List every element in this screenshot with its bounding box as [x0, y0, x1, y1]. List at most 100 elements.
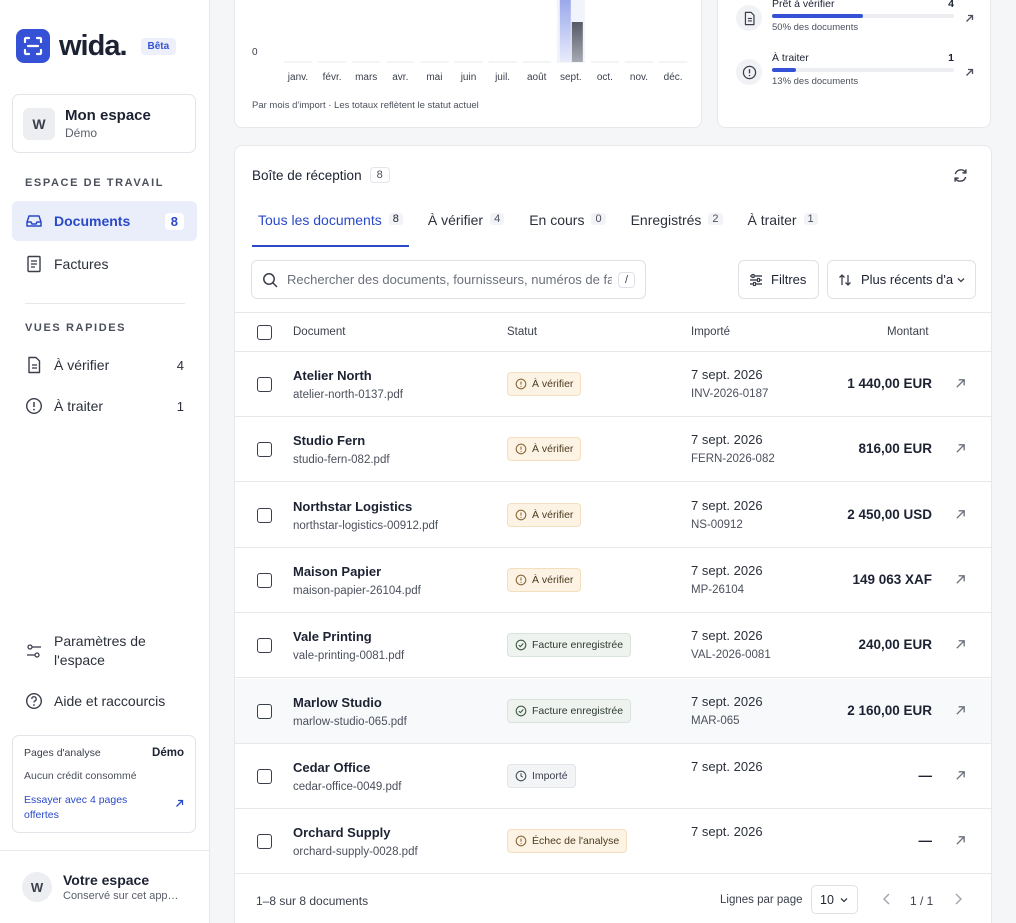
document-file: cedar-office-0049.pdf — [293, 780, 402, 793]
sort-arrows-icon — [838, 273, 852, 287]
arrow-up-right-icon[interactable] — [955, 769, 966, 784]
bar-sept-registered[interactable] — [571, 22, 583, 62]
amount: 1 440,00 EUR — [847, 376, 932, 391]
arrow-up-right-icon — [175, 798, 184, 813]
sidebar-item-settings[interactable]: Paramètres de l'espace — [12, 630, 197, 674]
row-checkbox[interactable] — [257, 703, 272, 719]
sidebar-item-count: 1 — [176, 398, 184, 414]
import-date: 7 sept. 2026 — [691, 367, 763, 382]
document-name[interactable]: Cedar Office — [293, 760, 370, 775]
document-file: northstar-logistics-00912.pdf — [293, 519, 439, 532]
chevron-right-icon[interactable] — [952, 892, 964, 909]
import-date: 7 sept. 2026 — [691, 758, 763, 774]
arrow-up-right-icon[interactable] — [955, 638, 966, 653]
document-name[interactable]: Northstar Logistics — [293, 499, 412, 514]
logo[interactable]: wida. Bêta — [16, 29, 177, 63]
tab-label: Tous les documents — [258, 212, 382, 228]
arrow-up-right-icon[interactable] — [965, 65, 974, 80]
row-checkbox[interactable] — [257, 834, 272, 850]
invoice-reference: MP-26104 — [691, 583, 745, 596]
sidebar-item-label: Aide et raccourcis — [54, 693, 166, 709]
clock-icon — [515, 770, 527, 782]
table-row[interactable]: Maison Papier maison-papier-26104.pdf À vé… — [235, 548, 991, 613]
chevron-down-icon — [956, 275, 966, 285]
status-tabs: Tous les documents 8 À vérifier 4 En cours… — [252, 212, 837, 247]
search-box: / — [251, 260, 646, 299]
tab-count: 0 — [591, 213, 606, 225]
sort-label: Plus récents d'a — [861, 272, 954, 287]
tab-a-verifier[interactable]: À vérifier 4 — [422, 212, 510, 247]
document-name[interactable]: Vale Printing — [293, 629, 372, 644]
rows-per-page-select[interactable]: 10 — [811, 885, 858, 914]
amount: — — [918, 833, 933, 849]
arrow-up-right-icon[interactable] — [955, 377, 966, 392]
rows-per-page-label: Lignes par page — [720, 894, 803, 906]
tab-count: 2 — [708, 213, 723, 225]
x-tick-label: oct. — [596, 72, 613, 83]
table-row[interactable]: Vale Printing vale-printing-0081.pdf Factu… — [235, 613, 991, 679]
sidebar-item-factures[interactable]: Factures — [12, 244, 197, 284]
status-badge: À vérifier — [507, 567, 582, 592]
table-row[interactable]: Atelier North atelier-north-0137.pdf À vér… — [235, 352, 991, 417]
document-name[interactable]: Atelier North — [293, 368, 372, 383]
tab-enregistres[interactable]: Enregistrés 2 — [625, 212, 729, 247]
select-all-checkbox[interactable] — [257, 325, 272, 340]
table-row[interactable]: Northstar Logistics northstar-logistics-0… — [235, 483, 991, 548]
row-checkbox[interactable] — [257, 572, 272, 588]
bar-sept-total[interactable] — [559, 0, 571, 62]
progress-bar — [772, 14, 954, 18]
progress-fill — [772, 14, 863, 18]
y-tick-label: 0 — [252, 47, 258, 58]
row-checkbox[interactable] — [257, 638, 272, 654]
workspace-name: Mon espace — [65, 107, 151, 124]
row-checkbox[interactable] — [257, 377, 272, 392]
filters-button[interactable]: Filtres — [738, 260, 819, 299]
row-checkbox[interactable] — [257, 507, 272, 523]
row-checkbox[interactable] — [257, 768, 272, 784]
stat-title: À traiter — [772, 52, 809, 64]
sort-select[interactable]: Plus récents d'a — [827, 260, 976, 299]
sidebar-item-documents[interactable]: Documents 8 — [12, 201, 197, 241]
document-name[interactable]: Marlow Studio — [293, 695, 382, 710]
workspace-switcher[interactable]: W Mon espace Démo — [12, 94, 196, 153]
amount: 816,00 EUR — [858, 441, 932, 457]
tab-en-cours[interactable]: En cours 0 — [523, 212, 611, 247]
tab-a-traiter[interactable]: À traiter 1 — [742, 212, 824, 247]
section-label-workspace: ESPACE DE TRAVAIL — [25, 177, 165, 189]
search-input[interactable] — [287, 272, 612, 287]
filters-label: Filtres — [771, 272, 807, 287]
arrow-up-right-icon[interactable] — [965, 11, 974, 26]
document-name[interactable]: Orchard Supply — [293, 825, 391, 840]
sidebar-item-a-verifier[interactable]: À vérifier 4 — [12, 345, 197, 385]
arrow-up-right-icon[interactable] — [955, 834, 966, 849]
alert-circle-icon — [736, 59, 762, 85]
inbox-header: Boîte de réception 8 — [252, 167, 390, 183]
x-tick-label: févr. — [322, 72, 342, 83]
row-checkbox[interactable] — [257, 442, 272, 458]
sidebar-item-a-traiter[interactable]: À traiter 1 — [12, 386, 197, 426]
try-pages-link[interactable]: Essayer avec 4 pages offertes — [24, 793, 184, 823]
refresh-icon[interactable] — [952, 167, 969, 187]
arrow-up-right-icon[interactable] — [955, 442, 966, 457]
sidebar-item-help[interactable]: Aide et raccourcis — [12, 681, 197, 721]
chevron-left-icon[interactable] — [881, 892, 893, 909]
arrow-up-right-icon[interactable] — [955, 704, 966, 719]
table-row[interactable]: Marlow Studio marlow-studio-065.pdf Factur… — [235, 678, 991, 744]
table-row[interactable]: Studio Fern studio-fern-082.pdf À vérifier… — [235, 417, 991, 483]
column-amount: Montant — [887, 326, 929, 338]
column-document: Document — [293, 326, 346, 338]
table-row[interactable]: Cedar Office cedar-office-0049.pdf Importé… — [235, 744, 991, 809]
document-name[interactable]: Studio Fern — [293, 433, 365, 448]
credits-sub: Aucun crédit consommé — [24, 770, 137, 782]
table-row[interactable]: Orchard Supply orchard-supply-0028.pdf Éch… — [235, 809, 991, 875]
document-name[interactable]: Maison Papier — [293, 564, 381, 579]
status-label: Facture enregistrée — [532, 639, 624, 652]
arrow-up-right-icon[interactable] — [955, 573, 966, 588]
tab-all-documents[interactable]: Tous les documents 8 — [252, 212, 409, 247]
import-date: 7 sept. 2026 — [691, 824, 763, 840]
arrow-up-right-icon[interactable] — [955, 508, 966, 523]
amount: 240,00 EUR — [858, 637, 932, 653]
status-badge: Facture enregistrée — [507, 633, 632, 658]
invoice-reference: FERN-2026-082 — [691, 453, 775, 466]
user-account[interactable]: W Votre espace Conservé sur cet app… — [0, 850, 209, 923]
